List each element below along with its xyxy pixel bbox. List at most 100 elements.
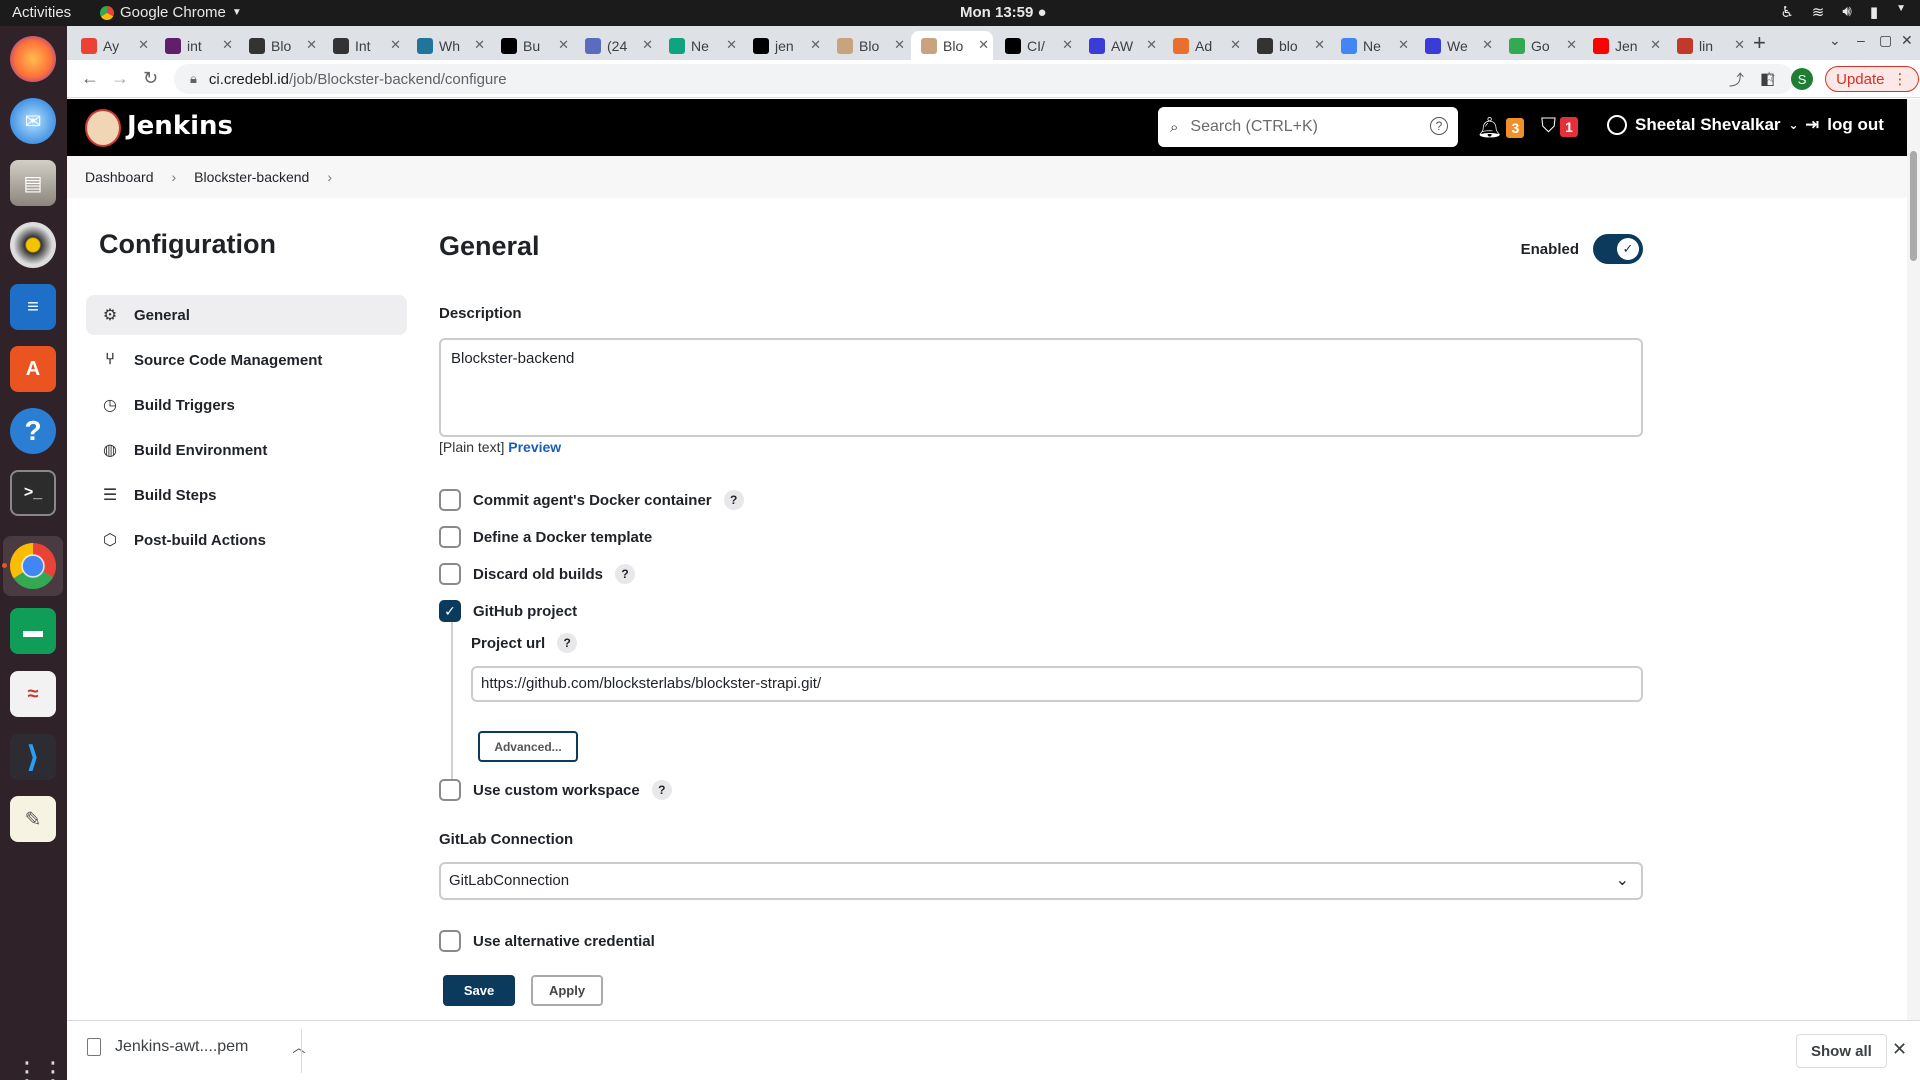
browser-tab[interactable]: Ay ✕: [71, 31, 153, 60]
search-help-icon[interactable]: ?: [1430, 117, 1448, 135]
files-icon[interactable]: ▤: [10, 160, 56, 206]
browser-tab[interactable]: Jen ✕: [1583, 31, 1665, 60]
close-tab-icon[interactable]: ✕: [1146, 37, 1157, 53]
close-tab-icon[interactable]: ✕: [1566, 37, 1577, 53]
discard-builds-checkbox[interactable]: [439, 563, 461, 585]
new-tab-button[interactable]: +: [1753, 30, 1766, 56]
sidebar-item-post-build-actions[interactable]: ⬡ Post-build Actions: [86, 520, 407, 560]
app-menu[interactable]: Google Chrome ▼: [100, 4, 242, 21]
address-bar[interactable]: 🔒︎ ci.credebl.id/job/Blockster-backend/c…: [174, 64, 1794, 94]
maximize-icon[interactable]: ▢: [1879, 32, 1892, 49]
close-tab-icon[interactable]: ✕: [1650, 37, 1661, 53]
close-tab-icon[interactable]: ✕: [222, 37, 233, 53]
breadcrumb-job[interactable]: Blockster-backend: [194, 169, 309, 185]
page-scrollbar[interactable]: [1907, 99, 1920, 1020]
option-label[interactable]: Commit agent's Docker container: [473, 492, 712, 509]
sidebar-item-general[interactable]: ⚙ General: [86, 295, 407, 335]
browser-tab[interactable]: (24 ✕: [575, 31, 657, 60]
chat-icon[interactable]: ▬: [10, 608, 56, 654]
profile-avatar[interactable]: S: [1791, 68, 1814, 90]
close-tab-icon[interactable]: ✕: [474, 37, 485, 53]
close-tab-icon[interactable]: ✕: [306, 37, 317, 53]
user-menu[interactable]: Sheetal Shevalkar ⌄: [1607, 115, 1799, 135]
browser-tab[interactable]: lin ✕: [1667, 31, 1749, 60]
rhythmbox-icon[interactable]: [10, 222, 56, 268]
option-label[interactable]: GitHub project: [473, 603, 577, 620]
software-icon[interactable]: A: [10, 346, 56, 392]
chevron-down-icon[interactable]: ▼: [1896, 3, 1906, 21]
help-icon[interactable]: ?: [557, 633, 578, 653]
alt-credential-checkbox[interactable]: [439, 930, 461, 952]
close-tab-icon[interactable]: ✕: [894, 37, 905, 53]
close-tab-icon[interactable]: ✕: [1230, 37, 1241, 53]
browser-tab[interactable]: blo ✕: [1247, 31, 1329, 60]
custom-workspace-checkbox[interactable]: [439, 779, 461, 801]
lock-icon[interactable]: 🔒︎: [190, 71, 197, 87]
browser-tab[interactable]: Ad ✕: [1163, 31, 1245, 60]
browser-tab[interactable]: CI/ ✕: [995, 31, 1077, 60]
browser-tab[interactable]: Blo ✕: [827, 31, 909, 60]
browser-tab[interactable]: Blo ✕: [911, 31, 993, 60]
browser-tab[interactable]: We ✕: [1415, 31, 1497, 60]
project-url-input[interactable]: https://github.com/blocksterlabs/blockst…: [471, 666, 1643, 702]
advanced-button[interactable]: Advanced...: [478, 731, 578, 762]
system-tray[interactable]: ♿ ≋ 🔊︎ ▮ ▼: [1780, 3, 1906, 21]
close-tab-icon[interactable]: ✕: [1062, 37, 1073, 53]
browser-tab[interactable]: Go ✕: [1499, 31, 1581, 60]
breadcrumb-dashboard[interactable]: Dashboard: [85, 169, 154, 185]
close-tab-icon[interactable]: ✕: [390, 37, 401, 53]
accessibility-icon[interactable]: ♿: [1780, 3, 1793, 21]
sidebar-item-build-steps[interactable]: ☰ Build Steps: [86, 475, 407, 515]
update-button[interactable]: Update ⋮: [1825, 66, 1919, 92]
terminal-icon[interactable]: >_: [10, 470, 56, 516]
notifications-button[interactable]: 🔔︎ 3: [1477, 115, 1525, 140]
scrollbar-thumb[interactable]: [1910, 151, 1917, 261]
tab-search-icon[interactable]: ⌄: [1829, 32, 1841, 49]
close-tab-icon[interactable]: ✕: [1398, 37, 1409, 53]
clock[interactable]: Mon 13:59 ●: [960, 4, 1047, 21]
chrome-icon[interactable]: [10, 543, 56, 589]
close-tab-icon[interactable]: ✕: [558, 37, 569, 53]
enabled-toggle[interactable]: ✓: [1593, 234, 1643, 264]
back-icon[interactable]: ←: [81, 68, 99, 89]
close-tab-icon[interactable]: ✕: [810, 37, 821, 53]
close-window-icon[interactable]: ✕: [1901, 32, 1913, 49]
option-label[interactable]: Use alternative credential: [473, 933, 655, 950]
browser-tab[interactable]: Ne ✕: [659, 31, 741, 60]
writer-icon[interactable]: ≡: [10, 284, 56, 330]
reload-icon[interactable]: ↻: [143, 68, 158, 89]
github-project-checkbox[interactable]: ✓: [439, 600, 461, 622]
logout-link[interactable]: ⇥ log out: [1805, 115, 1884, 135]
sidebar-item-build-environment[interactable]: ◍ Build Environment: [86, 430, 407, 470]
close-tab-icon[interactable]: ✕: [726, 37, 737, 53]
close-tab-icon[interactable]: ✕: [1734, 37, 1745, 53]
browser-tab[interactable]: Wh ✕: [407, 31, 489, 60]
search-box[interactable]: ⌕ Search (CTRL+K) ?: [1158, 107, 1458, 147]
description-textarea[interactable]: Blockster-backend: [439, 338, 1643, 437]
option-label[interactable]: Discard old builds: [473, 566, 603, 583]
chevron-right-icon[interactable]: ›: [327, 169, 332, 185]
browser-tab[interactable]: int ✕: [155, 31, 237, 60]
volume-icon[interactable]: 🔊︎: [1842, 3, 1851, 21]
close-tab-icon[interactable]: ✕: [1482, 37, 1493, 53]
jenkins-brand[interactable]: Jenkins: [127, 111, 233, 141]
security-button[interactable]: ⛉ 1: [1541, 115, 1578, 138]
share-icon[interactable]: ⤴: [1729, 69, 1744, 90]
browser-tab[interactable]: Bu ✕: [491, 31, 573, 60]
close-icon[interactable]: ✕: [1892, 1039, 1907, 1060]
close-tab-icon[interactable]: ✕: [978, 37, 989, 53]
forward-icon[interactable]: →: [111, 68, 129, 89]
close-tab-icon[interactable]: ✕: [1314, 37, 1325, 53]
help-icon[interactable]: ?: [10, 408, 56, 454]
browser-tab[interactable]: jen ✕: [743, 31, 825, 60]
activities-button[interactable]: Activities: [12, 4, 71, 21]
browser-tab[interactable]: Int ✕: [323, 31, 405, 60]
chevron-up-icon[interactable]: ︿: [292, 1037, 305, 1056]
docker-template-checkbox[interactable]: [439, 526, 461, 548]
sidebar-item-build-triggers[interactable]: ◷ Build Triggers: [86, 385, 407, 425]
jenkins-logo[interactable]: [85, 109, 121, 147]
help-icon[interactable]: ?: [615, 564, 636, 584]
save-button[interactable]: Save: [443, 975, 515, 1006]
option-label[interactable]: Define a Docker template: [473, 529, 652, 546]
battery-icon[interactable]: ▮: [1870, 3, 1878, 21]
